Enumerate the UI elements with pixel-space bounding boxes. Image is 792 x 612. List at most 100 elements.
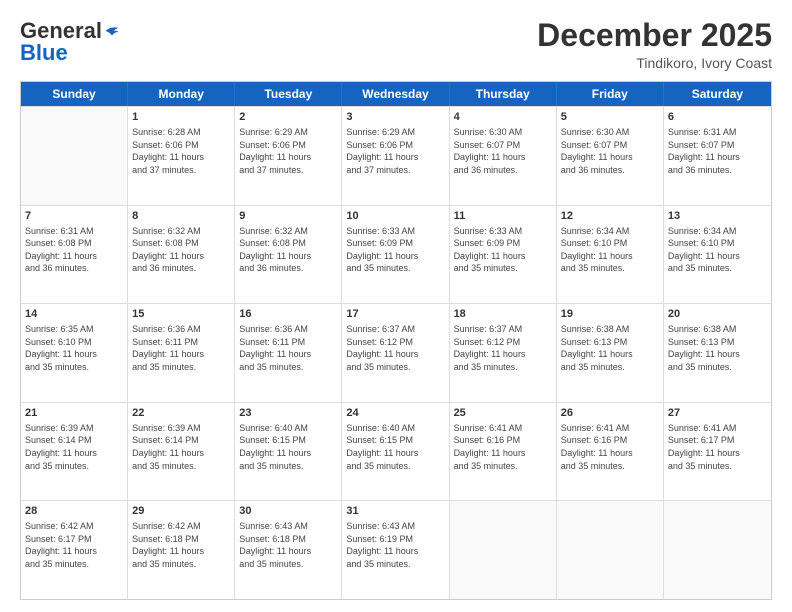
cal-cell-14: 14Sunrise: 6:35 AMSunset: 6:10 PMDayligh…	[21, 304, 128, 402]
cal-cell-6: 6Sunrise: 6:31 AMSunset: 6:07 PMDaylight…	[664, 107, 771, 205]
day-number: 24	[346, 406, 444, 421]
cal-cell-5: 5Sunrise: 6:30 AMSunset: 6:07 PMDaylight…	[557, 107, 664, 205]
weekday-header-wednesday: Wednesday	[342, 82, 449, 106]
cal-cell-18: 18Sunrise: 6:37 AMSunset: 6:12 PMDayligh…	[450, 304, 557, 402]
day-number: 4	[454, 110, 552, 125]
cell-info: Sunrise: 6:36 AMSunset: 6:11 PMDaylight:…	[239, 323, 337, 373]
cell-info: Sunrise: 6:30 AMSunset: 6:07 PMDaylight:…	[454, 126, 552, 176]
cal-cell-8: 8Sunrise: 6:32 AMSunset: 6:08 PMDaylight…	[128, 206, 235, 304]
cell-info: Sunrise: 6:36 AMSunset: 6:11 PMDaylight:…	[132, 323, 230, 373]
cal-cell-2: 2Sunrise: 6:29 AMSunset: 6:06 PMDaylight…	[235, 107, 342, 205]
cell-info: Sunrise: 6:39 AMSunset: 6:14 PMDaylight:…	[132, 422, 230, 472]
day-number: 7	[25, 209, 123, 224]
cell-info: Sunrise: 6:32 AMSunset: 6:08 PMDaylight:…	[132, 225, 230, 275]
cell-info: Sunrise: 6:28 AMSunset: 6:06 PMDaylight:…	[132, 126, 230, 176]
day-number: 3	[346, 110, 444, 125]
calendar-row-1: 7Sunrise: 6:31 AMSunset: 6:08 PMDaylight…	[21, 205, 771, 304]
logo: General Blue	[20, 18, 120, 66]
day-number: 17	[346, 307, 444, 322]
calendar-body: 1Sunrise: 6:28 AMSunset: 6:06 PMDaylight…	[21, 106, 771, 599]
cell-info: Sunrise: 6:33 AMSunset: 6:09 PMDaylight:…	[454, 225, 552, 275]
cal-cell-15: 15Sunrise: 6:36 AMSunset: 6:11 PMDayligh…	[128, 304, 235, 402]
weekday-header-thursday: Thursday	[450, 82, 557, 106]
day-number: 19	[561, 307, 659, 322]
cal-cell-19: 19Sunrise: 6:38 AMSunset: 6:13 PMDayligh…	[557, 304, 664, 402]
day-number: 26	[561, 406, 659, 421]
day-number: 25	[454, 406, 552, 421]
cal-cell-17: 17Sunrise: 6:37 AMSunset: 6:12 PMDayligh…	[342, 304, 449, 402]
day-number: 20	[668, 307, 767, 322]
cal-cell-11: 11Sunrise: 6:33 AMSunset: 6:09 PMDayligh…	[450, 206, 557, 304]
page: General Blue December 2025 Tindikoro, Iv…	[0, 0, 792, 612]
cal-cell-13: 13Sunrise: 6:34 AMSunset: 6:10 PMDayligh…	[664, 206, 771, 304]
cal-cell-10: 10Sunrise: 6:33 AMSunset: 6:09 PMDayligh…	[342, 206, 449, 304]
cal-cell-3: 3Sunrise: 6:29 AMSunset: 6:06 PMDaylight…	[342, 107, 449, 205]
cal-cell-26: 26Sunrise: 6:41 AMSunset: 6:16 PMDayligh…	[557, 403, 664, 501]
cell-info: Sunrise: 6:31 AMSunset: 6:08 PMDaylight:…	[25, 225, 123, 275]
calendar-header: SundayMondayTuesdayWednesdayThursdayFrid…	[21, 82, 771, 106]
weekday-header-monday: Monday	[128, 82, 235, 106]
day-number: 30	[239, 504, 337, 519]
day-number: 23	[239, 406, 337, 421]
cal-cell-7: 7Sunrise: 6:31 AMSunset: 6:08 PMDaylight…	[21, 206, 128, 304]
logo-bird-icon	[104, 23, 120, 39]
calendar-row-2: 14Sunrise: 6:35 AMSunset: 6:10 PMDayligh…	[21, 303, 771, 402]
cal-cell-27: 27Sunrise: 6:41 AMSunset: 6:17 PMDayligh…	[664, 403, 771, 501]
cell-info: Sunrise: 6:38 AMSunset: 6:13 PMDaylight:…	[668, 323, 767, 373]
cal-cell-25: 25Sunrise: 6:41 AMSunset: 6:16 PMDayligh…	[450, 403, 557, 501]
month-title: December 2025	[537, 18, 772, 53]
day-number: 16	[239, 307, 337, 322]
day-number: 11	[454, 209, 552, 224]
cal-cell-20: 20Sunrise: 6:38 AMSunset: 6:13 PMDayligh…	[664, 304, 771, 402]
day-number: 2	[239, 110, 337, 125]
calendar-row-3: 21Sunrise: 6:39 AMSunset: 6:14 PMDayligh…	[21, 402, 771, 501]
cal-cell-12: 12Sunrise: 6:34 AMSunset: 6:10 PMDayligh…	[557, 206, 664, 304]
cell-info: Sunrise: 6:37 AMSunset: 6:12 PMDaylight:…	[454, 323, 552, 373]
day-number: 28	[25, 504, 123, 519]
cell-info: Sunrise: 6:40 AMSunset: 6:15 PMDaylight:…	[239, 422, 337, 472]
cell-info: Sunrise: 6:29 AMSunset: 6:06 PMDaylight:…	[346, 126, 444, 176]
day-number: 10	[346, 209, 444, 224]
cal-cell-empty-4-4	[450, 501, 557, 599]
cell-info: Sunrise: 6:42 AMSunset: 6:17 PMDaylight:…	[25, 520, 123, 570]
cal-cell-9: 9Sunrise: 6:32 AMSunset: 6:08 PMDaylight…	[235, 206, 342, 304]
day-number: 14	[25, 307, 123, 322]
cal-cell-24: 24Sunrise: 6:40 AMSunset: 6:15 PMDayligh…	[342, 403, 449, 501]
cell-info: Sunrise: 6:32 AMSunset: 6:08 PMDaylight:…	[239, 225, 337, 275]
cell-info: Sunrise: 6:41 AMSunset: 6:16 PMDaylight:…	[454, 422, 552, 472]
day-number: 27	[668, 406, 767, 421]
cal-cell-4: 4Sunrise: 6:30 AMSunset: 6:07 PMDaylight…	[450, 107, 557, 205]
day-number: 22	[132, 406, 230, 421]
cell-info: Sunrise: 6:34 AMSunset: 6:10 PMDaylight:…	[668, 225, 767, 275]
calendar-row-0: 1Sunrise: 6:28 AMSunset: 6:06 PMDaylight…	[21, 106, 771, 205]
cell-info: Sunrise: 6:29 AMSunset: 6:06 PMDaylight:…	[239, 126, 337, 176]
cal-cell-empty-4-5	[557, 501, 664, 599]
cal-cell-empty-0-0	[21, 107, 128, 205]
day-number: 1	[132, 110, 230, 125]
cal-cell-30: 30Sunrise: 6:43 AMSunset: 6:18 PMDayligh…	[235, 501, 342, 599]
cal-cell-empty-4-6	[664, 501, 771, 599]
logo-blue: Blue	[20, 40, 68, 66]
title-section: December 2025 Tindikoro, Ivory Coast	[537, 18, 772, 71]
day-number: 8	[132, 209, 230, 224]
day-number: 5	[561, 110, 659, 125]
cell-info: Sunrise: 6:37 AMSunset: 6:12 PMDaylight:…	[346, 323, 444, 373]
cal-cell-28: 28Sunrise: 6:42 AMSunset: 6:17 PMDayligh…	[21, 501, 128, 599]
weekday-header-saturday: Saturday	[664, 82, 771, 106]
cell-info: Sunrise: 6:43 AMSunset: 6:19 PMDaylight:…	[346, 520, 444, 570]
cal-cell-1: 1Sunrise: 6:28 AMSunset: 6:06 PMDaylight…	[128, 107, 235, 205]
weekday-header-friday: Friday	[557, 82, 664, 106]
calendar: SundayMondayTuesdayWednesdayThursdayFrid…	[20, 81, 772, 600]
cal-cell-23: 23Sunrise: 6:40 AMSunset: 6:15 PMDayligh…	[235, 403, 342, 501]
cell-info: Sunrise: 6:42 AMSunset: 6:18 PMDaylight:…	[132, 520, 230, 570]
cal-cell-31: 31Sunrise: 6:43 AMSunset: 6:19 PMDayligh…	[342, 501, 449, 599]
cal-cell-21: 21Sunrise: 6:39 AMSunset: 6:14 PMDayligh…	[21, 403, 128, 501]
cell-info: Sunrise: 6:41 AMSunset: 6:16 PMDaylight:…	[561, 422, 659, 472]
weekday-header-tuesday: Tuesday	[235, 82, 342, 106]
day-number: 15	[132, 307, 230, 322]
cal-cell-29: 29Sunrise: 6:42 AMSunset: 6:18 PMDayligh…	[128, 501, 235, 599]
location: Tindikoro, Ivory Coast	[537, 55, 772, 71]
day-number: 31	[346, 504, 444, 519]
cell-info: Sunrise: 6:41 AMSunset: 6:17 PMDaylight:…	[668, 422, 767, 472]
day-number: 13	[668, 209, 767, 224]
